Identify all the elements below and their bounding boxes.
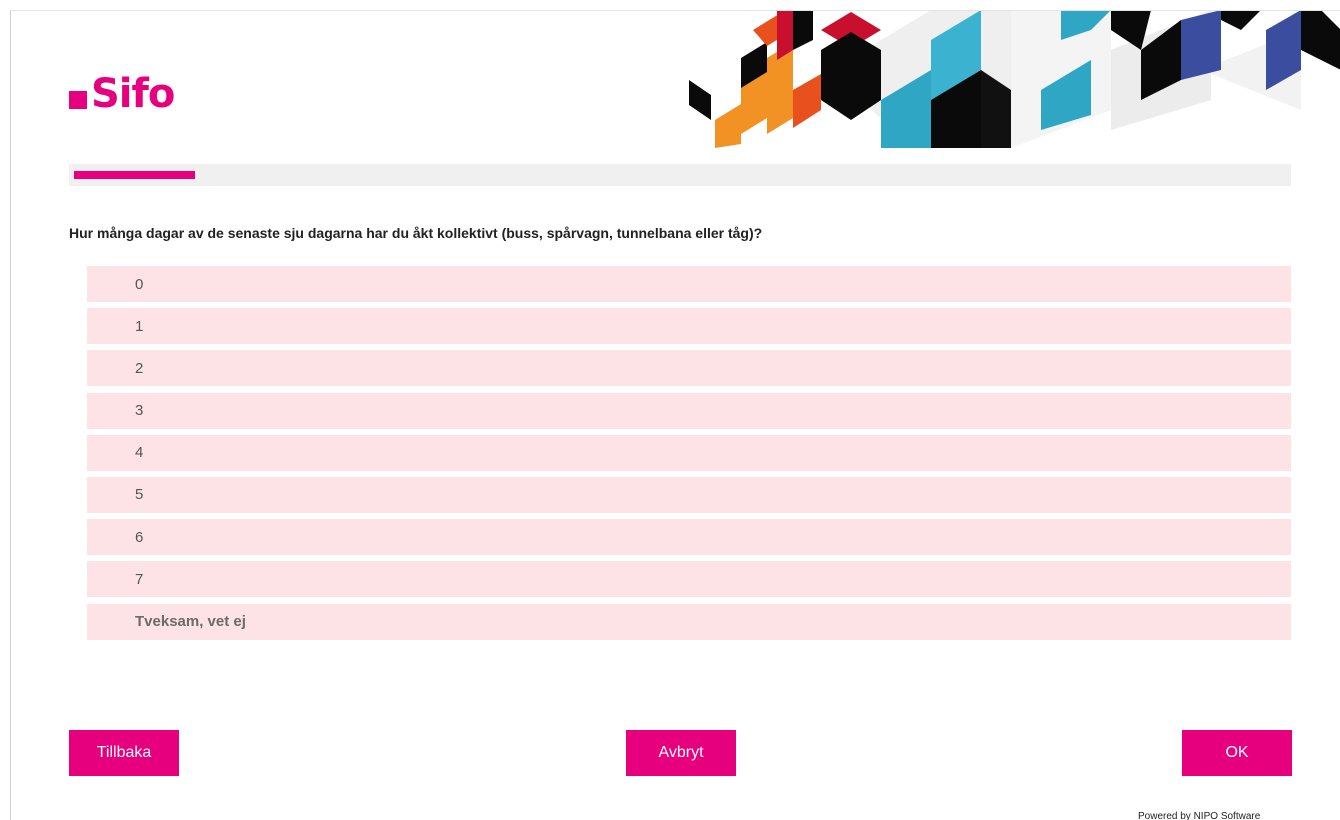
answer-option[interactable]: Tveksam, vet ej [87,603,1291,640]
answer-option[interactable]: 0 [87,266,1291,302]
decorative-banner [689,11,1340,148]
answer-option-label: 2 [135,359,144,377]
ok-button[interactable]: OK [1182,730,1292,776]
answer-option-label: 3 [135,402,144,420]
powered-by-text: Powered by NIPO Software [1138,811,1261,820]
answer-option[interactable]: 2 [87,350,1291,387]
answer-option[interactable]: 4 [87,434,1291,471]
answer-option-label: Tveksam, vet ej [135,613,246,630]
answer-option[interactable]: 7 [87,561,1291,598]
answer-option[interactable]: 3 [87,392,1291,429]
question-text: Hur många dagar av de senaste sju dagarn… [69,225,763,241]
answer-option[interactable]: 6 [87,519,1291,556]
sifo-logo: Sifo [69,69,175,119]
survey-page: Sifo Hur många dagar av de senaste sju d… [10,10,1340,820]
logo-square-icon [69,91,87,109]
answer-option-label: 6 [135,528,144,546]
answer-option-label: 7 [135,570,144,588]
answer-option-label: 4 [135,444,144,462]
answer-option-label: 5 [135,486,144,504]
logo-text: Sifo [91,71,175,117]
answer-option-label: 0 [135,275,144,293]
answer-options: 0 1 2 3 4 5 6 7 Tveksam, vet ej [87,266,1291,646]
answer-option[interactable]: 1 [87,308,1291,345]
answer-option[interactable]: 5 [87,476,1291,513]
cancel-button[interactable]: Avbryt [626,730,736,776]
progress-bar [69,164,1291,186]
back-button[interactable]: Tillbaka [69,730,179,776]
progress-fill [74,171,195,179]
answer-option-label: 1 [135,317,144,335]
